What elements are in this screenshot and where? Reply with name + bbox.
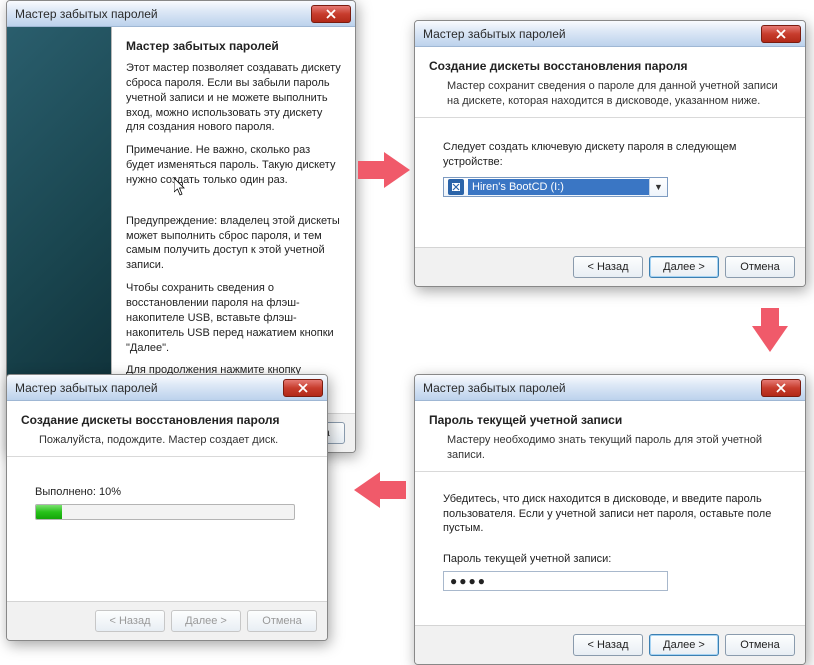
wizard-step2: Мастер забытых паролей Создание дискеты … xyxy=(414,20,806,287)
cancel-button: Отмена xyxy=(247,610,317,632)
progress-bar xyxy=(35,504,295,520)
progress-label: Выполнено: 10% xyxy=(35,485,313,500)
close-icon xyxy=(776,383,786,393)
close-button[interactable] xyxy=(761,379,801,397)
button-row: < Назад Далее > Отмена xyxy=(415,625,805,664)
wizard-step4: Мастер забытых паролей Создание дискеты … xyxy=(6,374,328,641)
mouse-cursor-icon xyxy=(174,178,186,196)
window-title: Мастер забытых паролей xyxy=(423,381,761,395)
progress-fill xyxy=(36,505,62,519)
select-prompt: Следует создать ключевую дискету пароля … xyxy=(443,140,791,170)
next-button[interactable]: Далее > xyxy=(649,256,719,278)
button-row: < Назад Далее > Отмена xyxy=(7,601,327,640)
separator xyxy=(7,456,327,457)
close-button[interactable] xyxy=(761,25,801,43)
wizard-step3: Мастер забытых паролей Пароль текущей уч… xyxy=(414,374,806,665)
step-heading: Мастер забытых паролей xyxy=(126,39,341,53)
note-text: Примечание. Не важно, сколько раз будет … xyxy=(126,143,341,188)
back-button[interactable]: < Назад xyxy=(573,256,643,278)
next-button: Далее > xyxy=(171,610,241,632)
drive-select[interactable]: Hiren's BootCD (I:) ▼ xyxy=(443,177,668,197)
titlebar[interactable]: Мастер забытых паролей xyxy=(415,375,805,401)
window-title: Мастер забытых паролей xyxy=(15,7,311,21)
intro-text: Этот мастер позволяет создавать дискету … xyxy=(126,61,341,135)
step-subtext: Мастер сохранит сведения о пароле для да… xyxy=(447,79,791,109)
flow-arrow-1 xyxy=(384,152,410,188)
chevron-down-icon[interactable]: ▼ xyxy=(649,178,667,196)
titlebar[interactable]: Мастер забытых паролей xyxy=(415,21,805,47)
step-heading: Создание дискеты восстановления пароля xyxy=(21,413,313,427)
separator xyxy=(415,117,805,118)
close-icon xyxy=(298,383,308,393)
flow-arrow-3 xyxy=(354,472,380,508)
dialog-body: Создание дискеты восстановления пароля П… xyxy=(7,401,327,601)
password-input[interactable]: ●●●● xyxy=(443,571,668,591)
cancel-button[interactable]: Отмена xyxy=(725,634,795,656)
flow-arrow-2 xyxy=(752,326,788,352)
separator xyxy=(415,471,805,472)
password-label: Пароль текущей учетной записи: xyxy=(443,552,791,567)
step-subtext: Мастеру необходимо знать текущий пароль … xyxy=(447,433,791,463)
button-row: < Назад Далее > Отмена xyxy=(415,247,805,286)
close-icon xyxy=(776,29,786,39)
dialog-body: Создание дискеты восстановления пароля М… xyxy=(415,47,805,247)
warning-text: Предупреждение: владелец этой дискеты мо… xyxy=(126,214,341,273)
window-title: Мастер забытых паролей xyxy=(15,381,283,395)
next-button[interactable]: Далее > xyxy=(649,634,719,656)
step-heading: Пароль текущей учетной записи xyxy=(429,413,791,427)
step-heading: Создание дискеты восстановления пароля xyxy=(429,59,791,73)
cancel-button[interactable]: Отмена xyxy=(725,256,795,278)
dialog-body: Пароль текущей учетной записи Мастеру не… xyxy=(415,401,805,625)
close-button[interactable] xyxy=(283,379,323,397)
back-button[interactable]: < Назад xyxy=(573,634,643,656)
window-title: Мастер забытых паролей xyxy=(423,27,761,41)
usb-text: Чтобы сохранить сведения о восстановлени… xyxy=(126,281,341,355)
drive-icon xyxy=(448,179,464,195)
step-subtext: Пожалуйста, подождите. Мастер создает ди… xyxy=(39,433,313,448)
wizard-side-graphic xyxy=(7,27,112,413)
close-icon xyxy=(326,9,336,19)
dialog-body: Мастер забытых паролей Этот мастер позво… xyxy=(7,27,355,413)
titlebar[interactable]: Мастер забытых паролей xyxy=(7,375,327,401)
password-value: ●●●● xyxy=(450,574,487,588)
back-button: < Назад xyxy=(95,610,165,632)
close-button[interactable] xyxy=(311,5,351,23)
titlebar[interactable]: Мастер забытых паролей xyxy=(7,1,355,27)
drive-select-value: Hiren's BootCD (I:) xyxy=(468,179,649,195)
password-prompt: Убедитесь, что диск находится в дисковод… xyxy=(443,492,791,537)
